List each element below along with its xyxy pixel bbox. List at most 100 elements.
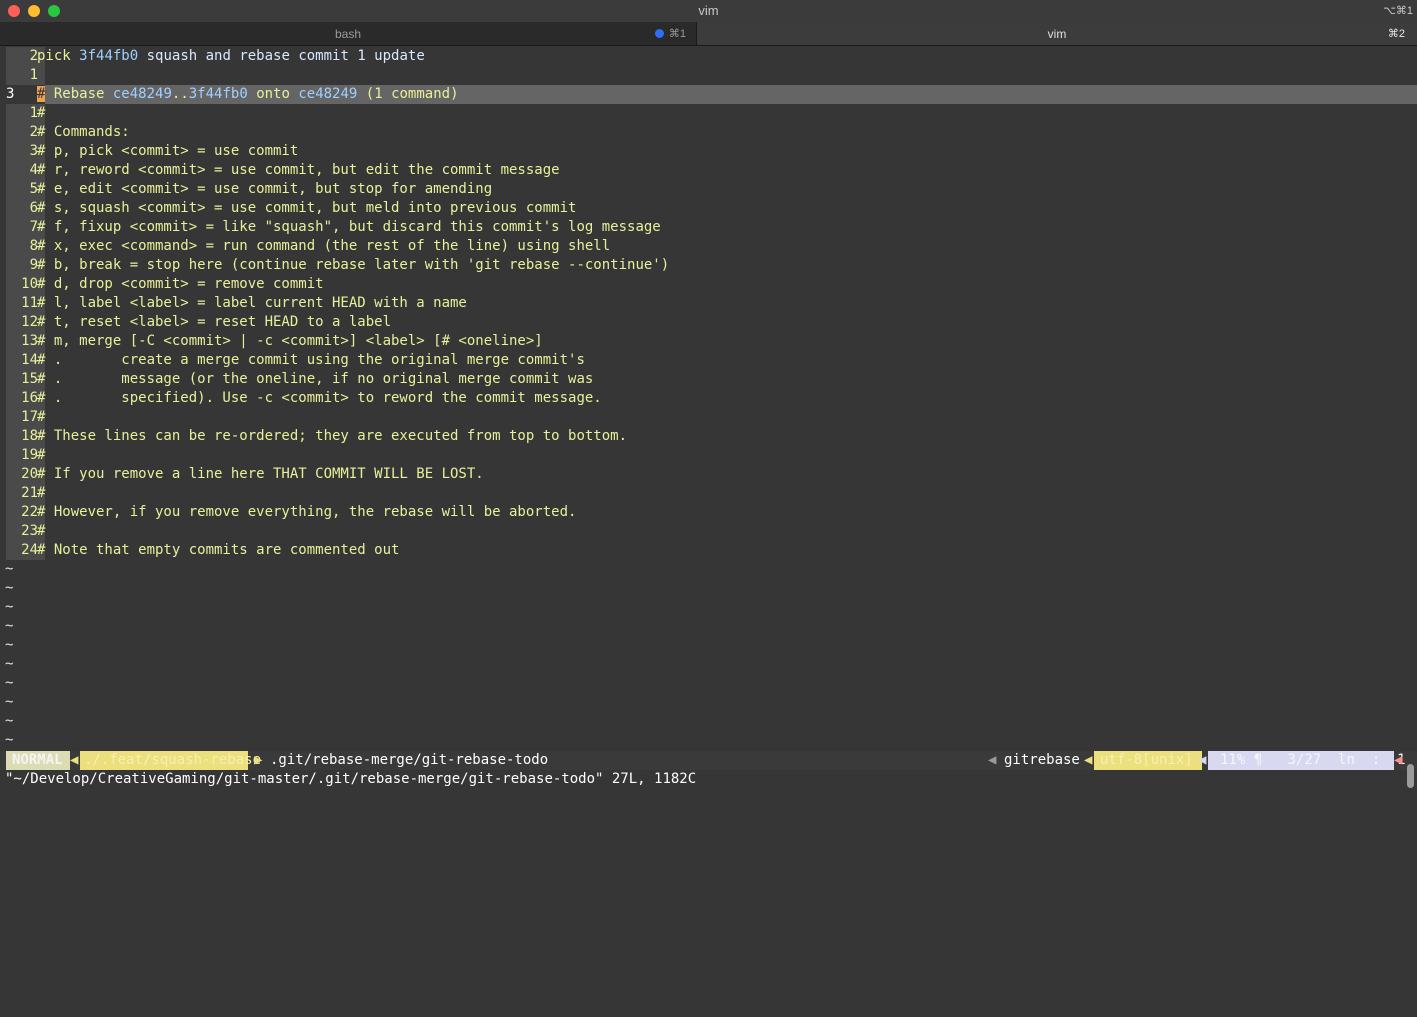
buffer-line[interactable]: 21 #: [0, 484, 1417, 503]
tab-bar: bash ⌘1 vim ⌘2: [0, 22, 1417, 46]
buffer-line[interactable]: 9 # b, break = stop here (continue rebase…: [0, 256, 1417, 275]
activity-dot-icon: [655, 29, 664, 38]
filetype: gitrebase: [1004, 752, 1080, 768]
tab-shortcut: ⌘1: [668, 28, 686, 40]
buffer-line[interactable]: 19 #: [0, 446, 1417, 465]
buffer-line[interactable]: 2 pick 3f44fb0 squash and rebase commit …: [0, 47, 1417, 66]
buffer-line[interactable]: 7 # f, fixup <commit> = like "squash", bu…: [0, 218, 1417, 237]
file-path: .git/rebase-merge/git-rebase-todo: [270, 752, 549, 768]
buffer-line[interactable]: 1: [0, 66, 1417, 85]
buffer-line[interactable]: 14 # . create a merge commit using the or…: [0, 351, 1417, 370]
line-content: pick 3f44fb0 squash and rebase commit 1 …: [37, 47, 425, 66]
onto-hash: ce48249: [298, 86, 358, 102]
buffer-line[interactable]: 22 # However, if you remove everything, t…: [0, 503, 1417, 522]
buffer-line[interactable]: 13 # m, merge [-C <commit> | -c <commit>]…: [0, 332, 1417, 351]
line-content: # Commands:: [37, 124, 130, 140]
buffer-line[interactable]: 20 # If you remove a line here THAT COMMI…: [0, 465, 1417, 484]
line-content: # Note that empty commits are commented …: [37, 542, 400, 558]
buffer-line[interactable]: 24 # Note that empty commits are commente…: [0, 541, 1417, 560]
scrollbar[interactable]: [1407, 764, 1414, 788]
empty-line-tilde: ~: [5, 656, 14, 672]
empty-line-tilde: ~: [5, 637, 14, 653]
line-content: # f, fixup <commit> = like "squash", but…: [37, 219, 661, 235]
line-position: 3/27: [1287, 752, 1322, 768]
commit-hash: 3f44fb0: [79, 48, 139, 64]
command-count: (1 command): [357, 86, 459, 102]
line-content: #: [37, 409, 46, 425]
range-from-hash: ce48249: [112, 86, 172, 102]
line-number: 1: [6, 66, 45, 85]
paragraph-icon: ¶: [1253, 752, 1263, 768]
line-content: # If you remove a line here THAT COMMIT …: [37, 466, 484, 482]
mode-indicator: NORMAL: [6, 751, 70, 770]
line-content: # . message (or the oneline, if no origi…: [37, 371, 594, 387]
line-content: # b, break = stop here (continue rebase …: [37, 257, 670, 273]
powerline-separator-icon: ◀: [988, 752, 997, 768]
vim-editor-buffer[interactable]: 2 pick 3f44fb0 squash and rebase commit …: [0, 47, 1417, 750]
tab-bash[interactable]: bash ⌘1: [0, 22, 697, 45]
buffer-line[interactable]: 6 # s, squash <commit> = use commit, but …: [0, 199, 1417, 218]
line-content: # l, label <label> = label current HEAD …: [37, 295, 467, 311]
buffer-line[interactable]: 3 # p, pick <commit> = use commit: [0, 142, 1417, 161]
powerline-separator-icon: ◀: [1084, 752, 1093, 768]
pick-keyword: pick: [37, 48, 71, 64]
tab-vim[interactable]: vim ⌘2: [697, 22, 1417, 45]
buffer-line[interactable]: 8 # x, exec <command> = run command (the …: [0, 237, 1417, 256]
commit-message: squash and rebase commit 1 update: [146, 48, 425, 64]
buffer-line[interactable]: 17 #: [0, 408, 1417, 427]
line-content: #: [37, 485, 46, 501]
empty-line-tilde: ~: [5, 599, 14, 615]
cursor-position: 11% ¶ 3/27 ln : 1: [1208, 751, 1406, 770]
powerline-separator-icon: ◀: [1394, 752, 1403, 768]
buffer-line[interactable]: 10 # d, drop <commit> = remove commit: [0, 275, 1417, 294]
line-content: # r, reword <commit> = use commit, but e…: [37, 162, 560, 178]
buffer-line[interactable]: 2 # Commands:: [0, 123, 1417, 142]
empty-line-tilde: ~: [5, 694, 14, 710]
rebase-heading-text: Rebase: [45, 86, 113, 102]
line-content: # m, merge [-C <commit> | -c <commit>] <…: [37, 333, 543, 349]
tab-label: vim: [1047, 27, 1067, 41]
range-to-hash: 3f44fb0: [188, 86, 248, 102]
buffer-line-cursor[interactable]: 3 # Rebase ce48249..3f44fb0 onto ce48249…: [0, 85, 1417, 104]
line-content: # . create a merge commit using the orig…: [37, 352, 585, 368]
powerline-separator-icon: ◀: [70, 752, 79, 768]
colon: :: [1371, 752, 1381, 768]
line-content: # x, exec <command> = run command (the r…: [37, 238, 611, 254]
line-content: # t, reset <label> = reset HEAD to a lab…: [37, 314, 392, 330]
statusline: NORMAL ◀ ./.feat/squash-rebase ▶ .git/re…: [0, 751, 1417, 770]
line-content: # . specified). Use -c <commit> to rewor…: [37, 390, 602, 406]
buffer-line[interactable]: 16 # . specified). Use -c <commit> to rew…: [0, 389, 1417, 408]
line-content: # e, edit <commit> = use commit, but sto…: [37, 181, 493, 197]
empty-line-tilde: ~: [5, 561, 14, 577]
line-content: # s, squash <commit> = use commit, but m…: [37, 200, 577, 216]
line-content: #: [37, 447, 46, 463]
line-content: # These lines can be re-ordered; they ar…: [37, 428, 628, 444]
window-title: vim: [698, 3, 719, 18]
buffer-line[interactable]: 4 # r, reword <commit> = use commit, but …: [0, 161, 1417, 180]
empty-line-tilde: ~: [5, 675, 14, 691]
git-branch: ./.feat/squash-rebase: [80, 751, 261, 770]
file-encoding: utf-8[unix]: [1094, 751, 1202, 770]
buffer-line[interactable]: 18 # These lines can be re-ordered; they …: [0, 427, 1417, 446]
empty-line-tilde: ~: [5, 713, 14, 729]
buffer-line[interactable]: 15 # . message (or the oneline, if no ori…: [0, 370, 1417, 389]
ln-label: ln: [1338, 752, 1355, 768]
onto-text: onto: [247, 86, 299, 102]
buffer-line[interactable]: 12 # t, reset <label> = reset HEAD to a l…: [0, 313, 1417, 332]
empty-line-tilde: ~: [5, 580, 14, 596]
range-separator: ..: [171, 86, 189, 102]
line-content: # Rebase ce48249..3f44fb0 onto ce48249 (…: [37, 85, 459, 104]
tab-shortcut: ⌘2: [1387, 28, 1405, 40]
buffer-line[interactable]: 5 # e, edit <commit> = use commit, but st…: [0, 180, 1417, 199]
line-content: #: [37, 105, 46, 121]
line-content: # However, if you remove everything, the…: [37, 504, 577, 520]
line-content: # p, pick <commit> = use commit: [37, 143, 299, 159]
command-line-message[interactable]: "~/Develop/CreativeGaming/git-master/.gi…: [5, 770, 696, 789]
empty-line-tilde: ~: [5, 618, 14, 634]
buffer-line[interactable]: 1 #: [0, 104, 1417, 123]
line-content: # d, drop <commit> = remove commit: [37, 276, 324, 292]
terminal-window: vim ⌥⌘1 bash ⌘1 vim ⌘2 2 pick 3f44fb0 sq…: [0, 0, 1417, 791]
buffer-line[interactable]: 11 # l, label <label> = label current HEA…: [0, 294, 1417, 313]
buffer-line[interactable]: 23 #: [0, 522, 1417, 541]
powerline-separator-icon: ▶: [254, 752, 263, 768]
